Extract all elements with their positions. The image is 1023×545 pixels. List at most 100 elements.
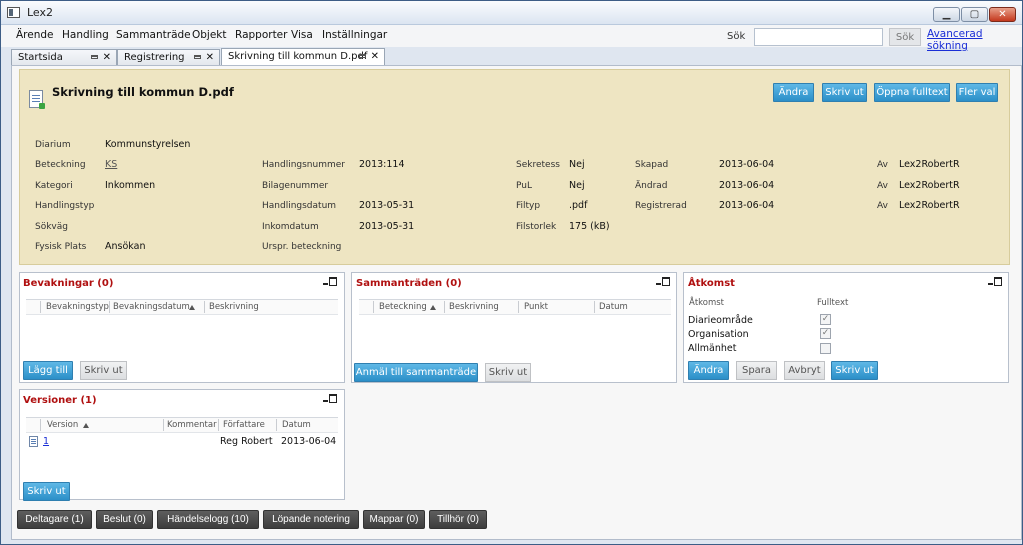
value-registrerad-date: 2013-06-04 [719,200,775,211]
sort-ascending-icon[interactable] [430,305,436,310]
column-separator [40,301,41,313]
label-handlingsdatum: Handlingsdatum [262,201,337,211]
tab-document[interactable]: Skrivning till kommun D.pdf ✕ [221,48,385,66]
advanced-search-link[interactable]: Avancerad sökning [927,28,1022,52]
tab-registrering[interactable]: Registrering ✕ [117,49,220,66]
version-date: 2013-06-04 [281,436,337,447]
tab-mappar[interactable]: Mappar (0) [363,510,425,529]
print-bevakningar-button[interactable]: Skriv ut [80,361,127,380]
menu-handling[interactable]: Handling [62,29,109,41]
label-registrerad: Registrerad [635,201,687,211]
close-tab-icon[interactable]: ✕ [206,52,214,63]
column-datum[interactable]: Datum [599,302,628,312]
title-bar: Lex2 ▁ ▢ ✕ [1,1,1022,25]
document-icon [29,90,45,109]
value-andrad-by: Lex2RobertR [899,180,960,191]
column-kommentar[interactable]: Kommentar [167,420,217,430]
save-access-button[interactable]: Spara [736,361,777,380]
print-versions-button[interactable]: Skriv ut [23,482,70,501]
tab-label: Skrivning till kommun D.pdf [228,51,368,62]
pin-icon[interactable] [359,54,366,58]
menu-installningar[interactable]: Inställningar [322,29,387,41]
cancel-access-button[interactable]: Avbryt [784,361,825,380]
value-filstorlek: 175 (kB) [569,221,610,232]
column-bevakningsdatum[interactable]: Bevakningsdatum [113,302,190,312]
column-separator [163,419,164,431]
column-datum[interactable]: Datum [282,420,311,430]
sort-ascending-icon[interactable] [83,423,89,428]
maximize-icon: ▢ [969,9,980,20]
minimize-icon: ▁ [942,9,951,20]
close-tab-icon[interactable]: ✕ [103,52,111,63]
column-separator [444,301,445,313]
tab-beslut[interactable]: Beslut (0) [96,510,153,529]
label-sokvag: Sökväg [35,222,68,232]
value-pul: Nej [569,180,585,191]
column-bevakningstyp[interactable]: Bevakningstyp [46,302,109,312]
close-window-button[interactable]: ✕ [989,7,1016,22]
sammantraden-grid-header: Beteckning Beskrivning Punkt Datum [359,299,671,315]
fulltext-checkbox-organisation[interactable]: ✓ [820,328,831,339]
pin-icon[interactable] [91,55,98,59]
value-beteckning-link[interactable]: KS [105,159,117,170]
label-sekretess: Sekretess [516,160,560,170]
pin-icon[interactable] [194,55,201,59]
menu-objekt[interactable]: Objekt [192,29,227,41]
sort-ascending-icon[interactable] [189,305,195,310]
column-beteckning[interactable]: Beteckning [379,302,427,312]
column-beskrivning[interactable]: Beskrivning [449,302,499,312]
search-button[interactable]: Sök [889,28,921,46]
register-meeting-button[interactable]: Anmäl till sammanträde [354,363,478,382]
print-document-button[interactable]: Skriv ut [822,83,867,102]
more-options-button[interactable]: Fler val [956,83,998,102]
label-beteckning: Beteckning [35,160,86,170]
close-icon: ✕ [998,9,1007,20]
fulltext-checkbox-diarieomrade[interactable]: ✓ [820,314,831,325]
tab-handelselogg[interactable]: Händelselogg (10) [157,510,259,529]
minimize-button[interactable]: ▁ [933,7,960,22]
menu-sammantrade[interactable]: Sammanträde [116,29,191,41]
label-inkomdatum: Inkomdatum [262,222,319,232]
value-registrerad-by: Lex2RobertR [899,200,960,211]
label-filstorlek: Filstorlek [516,222,557,232]
atkomst-title: Åtkomst [688,278,735,289]
print-access-button[interactable]: Skriv ut [831,361,878,380]
close-tab-icon[interactable]: ✕ [371,51,379,62]
column-beskrivning[interactable]: Beskrivning [209,302,259,312]
version-author: Reg Robert [220,436,273,447]
value-diarium: Kommunstyrelsen [105,139,191,150]
tab-lopande-notering[interactable]: Löpande notering [263,510,359,529]
panel-toggle-icon[interactable] [323,277,337,287]
value-fysisk-plats: Ansökan [105,241,146,252]
search-label: Sök [727,31,746,42]
panel-toggle-icon[interactable] [656,277,670,287]
versioner-grid-header: Version Kommentar Författare Datum [26,417,338,433]
column-punkt[interactable]: Punkt [524,302,548,312]
edit-access-button[interactable]: Ändra [688,361,729,380]
app-window: Lex2 ▁ ▢ ✕ Ärende Handling Sammanträde O… [0,0,1023,545]
tab-startsida[interactable]: Startsida ✕ [11,49,117,66]
window-title: Lex2 [27,6,54,19]
tab-strip: Startsida ✕ Registrering ✕ Skrivning til… [11,48,611,66]
edit-document-button[interactable]: Ändra [773,83,814,102]
value-filtyp: .pdf [569,200,588,211]
menu-rapporter[interactable]: Rapporter [235,29,287,41]
value-skapad-date: 2013-06-04 [719,159,775,170]
print-sammantraden-button[interactable]: Skriv ut [485,363,531,382]
tab-tillhor[interactable]: Tillhör (0) [429,510,487,529]
menu-visa[interactable]: Visa [291,29,313,41]
maximize-button[interactable]: ▢ [961,7,988,22]
menu-arende[interactable]: Ärende [16,29,54,41]
column-version[interactable]: Version [47,420,78,430]
panel-toggle-icon[interactable] [323,394,337,404]
column-separator [594,301,595,313]
open-fulltext-button[interactable]: Öppna fulltext [874,83,950,102]
fulltext-checkbox-allmanhet[interactable] [820,343,831,354]
tab-deltagare[interactable]: Deltagare (1) [17,510,92,529]
column-forfattare[interactable]: Författare [223,420,265,430]
search-input[interactable] [754,28,883,46]
version-link[interactable]: 1 [43,436,49,447]
add-bevakning-button[interactable]: Lägg till [23,361,73,380]
panel-toggle-icon[interactable] [988,277,1002,287]
fulltext-column-header: Fulltext [817,298,849,308]
